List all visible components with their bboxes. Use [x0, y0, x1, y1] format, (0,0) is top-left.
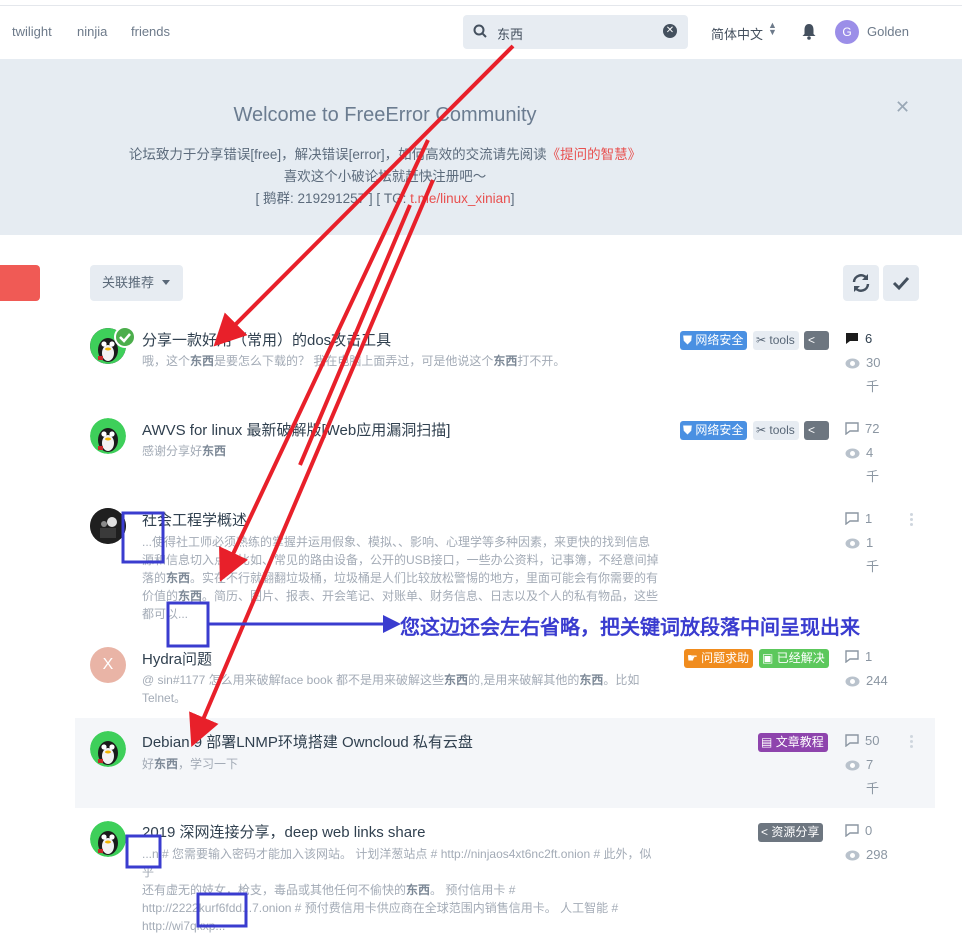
annotation-box [196, 892, 248, 928]
annotation-box [166, 601, 210, 648]
annotation-box [125, 834, 162, 869]
annotation-overlay [121, 44, 515, 928]
annotation-arrow [219, 139, 430, 582]
annotation-arrow [189, 179, 435, 748]
annotation-box [121, 511, 165, 564]
annotation-text: 您这边还会左右省略，把关键词放段落中间呈现出来 [400, 617, 860, 639]
annotation-arrow [213, 44, 515, 347]
